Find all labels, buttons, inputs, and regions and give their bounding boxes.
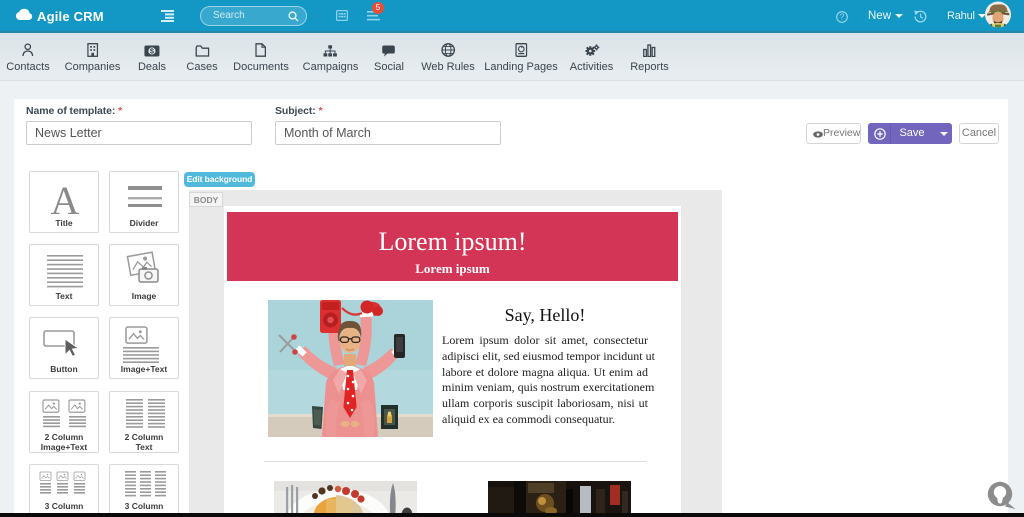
svg-text:$: $ bbox=[150, 47, 154, 56]
svg-text:?: ? bbox=[840, 13, 845, 22]
svg-text:A: A bbox=[51, 178, 80, 218]
